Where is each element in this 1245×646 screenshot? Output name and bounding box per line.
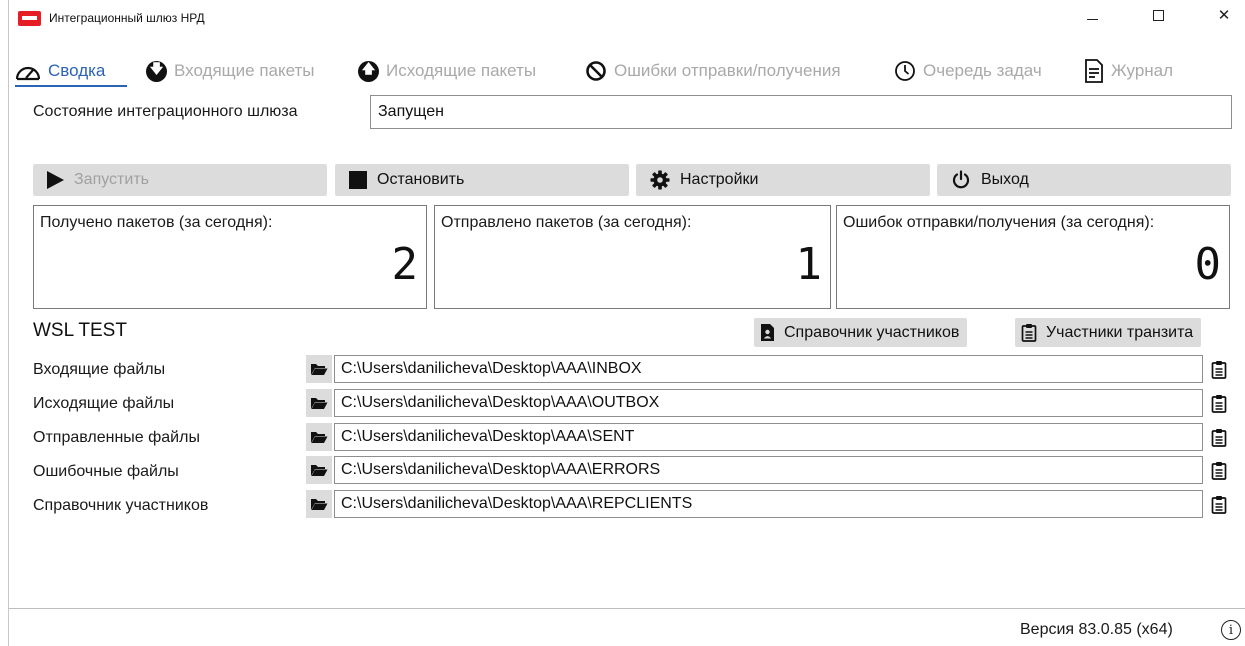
app-window: Интеграционный шлюз НРД ✕ Сводка 🡇 Входя… [8, 0, 1245, 646]
maximize-icon [1152, 9, 1164, 21]
stat-label: Ошибок отправки/получения (за сегодня): [843, 214, 1155, 231]
exit-button[interactable]: Выход [937, 164, 1231, 196]
folder-path-field[interactable]: C:\Users\danilicheva\Desktop\AAA\INBOX [334, 355, 1203, 383]
settings-button[interactable]: Настройки [636, 164, 930, 196]
play-icon [47, 171, 64, 189]
ban-icon [585, 60, 607, 82]
title-bar: Интеграционный шлюз НРД ✕ [9, 0, 1245, 30]
tab-label: Ошибки отправки/получения [614, 61, 841, 80]
tab-label: Входящие пакеты [174, 61, 315, 80]
participants-directory-label: Справочник участников [784, 323, 960, 341]
tab-outgoing[interactable]: 🡅 Исходящие пакеты [358, 58, 536, 84]
address-book-icon [760, 323, 775, 342]
version-label: Версия 83.0.85 (x64) [1020, 621, 1173, 638]
clipboard-icon [1211, 394, 1227, 413]
tab-label: Журнал [1111, 61, 1174, 80]
arrow-down-circle-icon: 🡇 [146, 60, 167, 82]
gateway-status-label: Состояние интеграционного шлюза [33, 103, 298, 120]
folder-open-icon [311, 465, 328, 476]
stat-value: 0 [1194, 239, 1222, 290]
folder-label: Справочник участников [33, 497, 209, 514]
tab-summary[interactable]: Сводка [15, 58, 128, 87]
stat-label: Получено пакетов (за сегодня): [40, 214, 273, 231]
document-icon [1084, 59, 1104, 83]
copy-path-button[interactable] [1206, 490, 1232, 518]
footer-divider [9, 608, 1245, 609]
section-title: WSL TEST [33, 320, 127, 341]
clipboard-icon [1211, 360, 1227, 379]
maximize-button[interactable] [1135, 0, 1181, 30]
stop-button[interactable]: Остановить [335, 164, 629, 196]
stat-value: 2 [391, 239, 419, 290]
clock-icon [894, 60, 916, 82]
window-title: Интеграционный шлюз НРД [49, 11, 205, 25]
received-packets-stat: Получено пакетов (за сегодня): 2 [33, 205, 427, 309]
folder-label: Исходящие файлы [33, 395, 175, 412]
folder-label: Входящие файлы [33, 361, 166, 378]
folder-path-field[interactable]: C:\Users\danilicheva\Desktop\AAA\ERRORS [334, 456, 1203, 484]
copy-path-button[interactable] [1206, 355, 1232, 383]
power-icon [951, 170, 971, 190]
stat-value: 1 [795, 239, 823, 290]
clipboard-icon [1211, 428, 1227, 447]
tab-incoming[interactable]: 🡇 Входящие пакеты [146, 58, 315, 84]
sent-packets-stat: Отправлено пакетов (за сегодня): 1 [434, 205, 831, 309]
folder-open-icon [311, 364, 328, 375]
tab-label: Очередь задач [923, 61, 1042, 80]
gauge-icon [15, 61, 41, 81]
copy-path-button[interactable] [1206, 389, 1232, 417]
tab-journal[interactable]: Журнал [1084, 58, 1173, 84]
close-button[interactable]: ✕ [1201, 0, 1245, 30]
browse-folder-button[interactable] [306, 389, 332, 417]
app-logo-icon [18, 11, 41, 26]
folder-open-icon [311, 398, 328, 409]
settings-button-label: Настройки [680, 171, 759, 188]
tab-label: Исходящие пакеты [386, 61, 537, 80]
stop-button-label: Остановить [377, 171, 465, 188]
folder-path-field[interactable]: C:\Users\danilicheva\Desktop\AAA\OUTBOX [334, 389, 1203, 417]
start-button-label: Запустить [74, 171, 149, 188]
folder-path-field[interactable]: C:\Users\danilicheva\Desktop\AAA\REPCLIE… [334, 490, 1203, 518]
tab-task-queue[interactable]: Очередь задач [894, 58, 1042, 84]
arrow-up-circle-icon: 🡅 [358, 60, 379, 82]
gear-icon [650, 170, 670, 190]
browse-folder-button[interactable] [306, 456, 332, 484]
transit-participants-label: Участники транзита [1046, 323, 1194, 341]
clipboard-icon [1211, 495, 1227, 514]
folder-open-icon [311, 499, 328, 510]
folder-open-icon [311, 432, 328, 443]
tab-label: Сводка [48, 61, 106, 80]
folder-path-field[interactable]: C:\Users\danilicheva\Desktop\AAA\SENT [334, 423, 1203, 451]
folder-label: Ошибочные файлы [33, 463, 179, 480]
tab-errors[interactable]: Ошибки отправки/получения [585, 58, 841, 84]
close-icon: ✕ [1217, 7, 1231, 24]
participants-directory-button[interactable]: Справочник участников [754, 318, 968, 347]
start-button[interactable]: Запустить [33, 164, 327, 196]
clipboard-icon [1211, 461, 1227, 480]
browse-folder-button[interactable] [306, 355, 332, 383]
copy-path-button[interactable] [1206, 423, 1232, 451]
errors-stat: Ошибок отправки/получения (за сегодня): … [836, 205, 1230, 309]
info-icon[interactable]: i [1221, 620, 1241, 640]
minimize-button[interactable] [1069, 0, 1115, 30]
stop-icon [349, 171, 367, 189]
minimize-icon [1086, 18, 1098, 20]
clipboard-icon [1021, 323, 1037, 342]
folder-label: Отправленные файлы [33, 429, 200, 446]
transit-participants-button[interactable]: Участники транзита [1015, 318, 1202, 347]
exit-button-label: Выход [981, 171, 1029, 188]
copy-path-button[interactable] [1206, 456, 1232, 484]
browse-folder-button[interactable] [306, 490, 332, 518]
stat-label: Отправлено пакетов (за сегодня): [441, 214, 692, 231]
browse-folder-button[interactable] [306, 423, 332, 451]
gateway-status-field: Запущен [370, 95, 1232, 129]
